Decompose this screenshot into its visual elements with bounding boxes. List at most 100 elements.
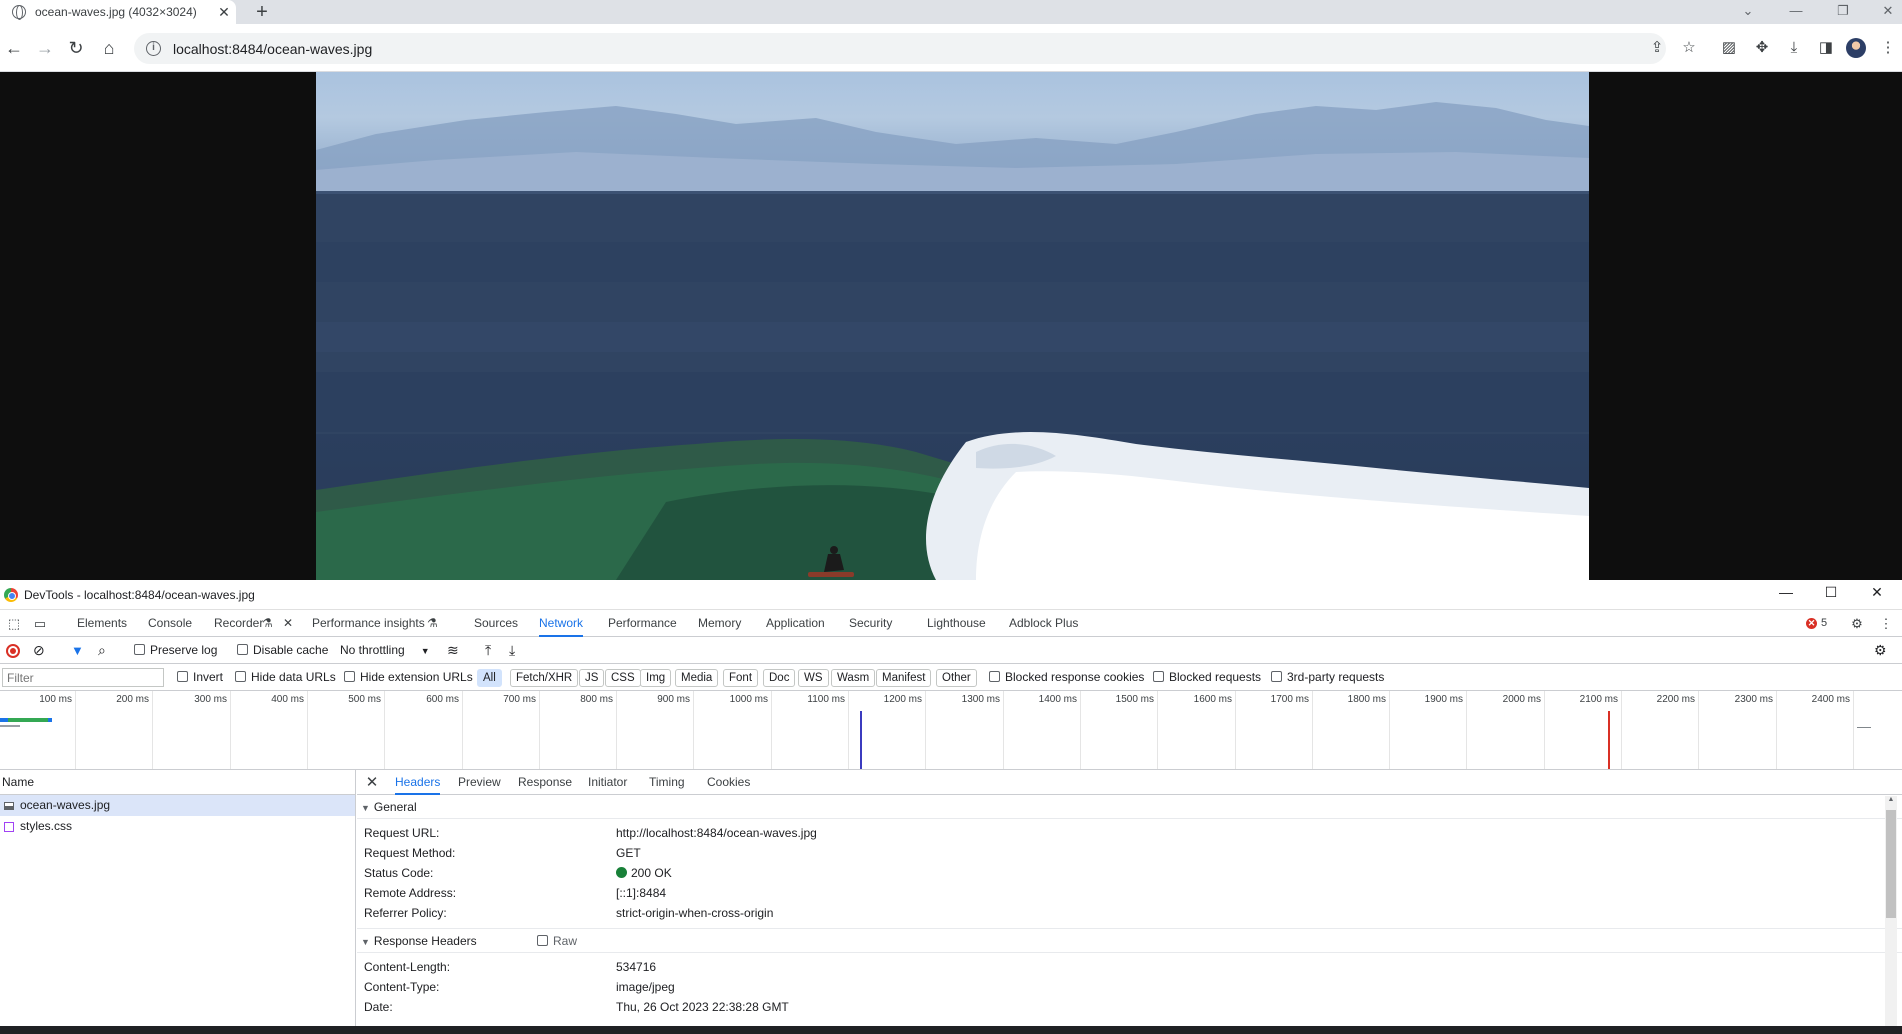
devtools-minimize-button[interactable]: —: [1771, 584, 1801, 600]
timeline-tick-label: 1300 ms: [961, 694, 1000, 705]
filter-funnel-icon[interactable]: ▼: [71, 637, 84, 664]
inspect-element-icon[interactable]: ⬚: [5, 615, 23, 633]
tab-strip: ocean-waves.jpg (4032×3024) ✕ + ⌄ — ❐ ✕: [0, 0, 1902, 24]
header-value: http://localhost:8484/ocean-waves.jpg: [616, 826, 817, 840]
filter-type-font[interactable]: Font: [723, 669, 759, 687]
timeline-tick-label: 200 ms: [116, 694, 149, 705]
menu-kebab-icon[interactable]: ⋮: [1876, 36, 1900, 60]
share-icon[interactable]: ⇪: [1645, 36, 1669, 60]
devtools-menu-kebab-icon[interactable]: ⋮: [1877, 615, 1895, 633]
header-key: Content-Type:: [364, 980, 440, 994]
filter-type-fetch-xhr[interactable]: Fetch/XHR: [510, 669, 579, 687]
tab-application[interactable]: Application: [766, 610, 825, 637]
tab-close-button[interactable]: ✕: [212, 4, 236, 21]
invert-checkbox[interactable]: Invert: [177, 664, 223, 691]
tab-performance-insights[interactable]: Performance insights: [312, 610, 425, 637]
raw-checkbox[interactable]: Raw: [537, 929, 577, 953]
side-panel-icon[interactable]: ◨: [1814, 36, 1838, 60]
filter-type-other[interactable]: Other: [936, 669, 977, 687]
blocked-response-cookies-checkbox[interactable]: Blocked response cookies: [989, 664, 1144, 691]
scroll-up-arrow-icon[interactable]: ▲: [1885, 796, 1897, 803]
network-settings-gear-icon[interactable]: ⚙: [1874, 637, 1887, 664]
import-har-icon[interactable]: ⤒: [485, 637, 491, 664]
filter-type-doc[interactable]: Doc: [763, 669, 796, 687]
name-column-header[interactable]: Name: [0, 770, 355, 795]
general-section-header[interactable]: ▼ General: [357, 795, 1902, 819]
new-tab-button[interactable]: +: [250, 0, 274, 24]
globe-icon: [12, 5, 26, 20]
filter-type-js[interactable]: JS: [579, 669, 605, 687]
filter-type-media[interactable]: Media: [675, 669, 719, 687]
disable-cache-checkbox[interactable]: Disable cache: [237, 637, 328, 664]
timeline-gridline: [1776, 691, 1777, 769]
site-info-icon[interactable]: i: [146, 41, 161, 56]
tab-recorder[interactable]: Recorder: [214, 610, 263, 637]
throttling-select[interactable]: No throttling ▼: [340, 637, 430, 664]
tab-performance[interactable]: Performance: [608, 610, 677, 637]
filter-type-all[interactable]: All: [477, 669, 502, 687]
restore-window-button[interactable]: ❐: [1827, 0, 1859, 24]
hide-data-urls-checkbox[interactable]: Hide data URLs: [235, 664, 336, 691]
request-row-ocean-waves[interactable]: ocean-waves.jpg: [0, 795, 355, 816]
filter-type-css[interactable]: CSS: [605, 669, 641, 687]
tab-initiator[interactable]: Initiator: [588, 770, 627, 795]
profile-avatar[interactable]: [1846, 38, 1866, 58]
tab-search-icon[interactable]: ⌄: [1732, 0, 1764, 24]
detail-scrollbar[interactable]: ▲: [1885, 796, 1897, 1026]
filter-type-manifest[interactable]: Manifest: [876, 669, 932, 687]
tab-lighthouse[interactable]: Lighthouse: [927, 610, 986, 637]
network-overview-timeline[interactable]: 100 ms 200 ms 300 ms 400 ms 500 ms 600 ms 700 …: [0, 691, 1902, 770]
extensions-puzzle-icon[interactable]: ✥: [1750, 36, 1774, 60]
request-row-styles[interactable]: styles.css: [0, 816, 355, 837]
devtools-close-button[interactable]: ✕: [1862, 584, 1892, 601]
tab-cookies[interactable]: Cookies: [707, 770, 750, 795]
close-window-button[interactable]: ✕: [1872, 0, 1902, 24]
tab-timing[interactable]: Timing: [649, 770, 685, 795]
tab-headers[interactable]: Headers: [395, 770, 441, 795]
reload-icon[interactable]: ↻: [62, 34, 90, 62]
preserve-log-checkbox[interactable]: Preserve log: [134, 637, 217, 664]
url-text[interactable]: localhost:8484/ocean-waves.jpg: [173, 41, 372, 57]
extension-icon[interactable]: ▨: [1717, 36, 1741, 60]
filter-input[interactable]: [2, 668, 164, 687]
scrollbar-thumb[interactable]: [1886, 810, 1896, 918]
clear-icon[interactable]: ⊘: [33, 637, 45, 664]
blocked-requests-checkbox[interactable]: Blocked requests: [1153, 664, 1261, 691]
devtools-maximize-button[interactable]: ☐: [1816, 584, 1846, 601]
tab-recorder-close-icon[interactable]: ✕: [283, 610, 293, 637]
tab-memory[interactable]: Memory: [698, 610, 741, 637]
tab-adblock-plus[interactable]: Adblock Plus: [1009, 610, 1078, 637]
bookmark-star-icon[interactable]: ☆: [1677, 36, 1701, 60]
response-headers-section-header[interactable]: ▼ Response Headers Raw: [357, 929, 1902, 953]
download-icon[interactable]: ⤓: [1782, 36, 1806, 60]
export-har-icon[interactable]: ⤓: [509, 637, 515, 664]
close-detail-icon[interactable]: ✕: [365, 773, 379, 791]
filter-type-wasm[interactable]: Wasm: [831, 669, 876, 687]
settings-gear-icon[interactable]: ⚙: [1848, 615, 1866, 633]
tab-preview[interactable]: Preview: [458, 770, 501, 795]
forward-arrow-icon[interactable]: →: [31, 34, 59, 62]
tab-network[interactable]: Network: [539, 610, 584, 637]
tab-security[interactable]: Security: [849, 610, 892, 637]
record-stop-icon[interactable]: [6, 644, 20, 658]
search-icon[interactable]: ⌕: [98, 637, 106, 664]
back-arrow-icon[interactable]: ←: [0, 34, 28, 62]
minimize-window-button[interactable]: —: [1780, 0, 1812, 24]
home-icon[interactable]: ⌂: [95, 34, 123, 62]
address-bar[interactable]: i localhost:8484/ocean-waves.jpg: [134, 33, 1666, 64]
page-viewport: [0, 72, 1902, 580]
status-text: 200 OK: [631, 866, 672, 880]
browser-tab[interactable]: ocean-waves.jpg (4032×3024) ✕: [0, 0, 236, 24]
third-party-requests-checkbox[interactable]: 3rd-party requests: [1271, 664, 1384, 691]
tab-sources[interactable]: Sources: [474, 610, 518, 637]
filter-type-ws[interactable]: WS: [798, 669, 829, 687]
filter-type-img[interactable]: Img: [640, 669, 672, 687]
hide-extension-urls-checkbox[interactable]: Hide extension URLs: [344, 664, 473, 691]
network-conditions-icon[interactable]: ≋: [447, 637, 459, 664]
error-count-badge[interactable]: ✕ 5: [1806, 617, 1827, 629]
tab-console[interactable]: Console: [148, 610, 192, 637]
tab-elements[interactable]: Elements: [77, 610, 127, 637]
device-toolbar-icon[interactable]: ▭: [31, 615, 49, 633]
timeline-tick-label: 25: [1857, 694, 1902, 705]
tab-response[interactable]: Response: [518, 770, 572, 795]
